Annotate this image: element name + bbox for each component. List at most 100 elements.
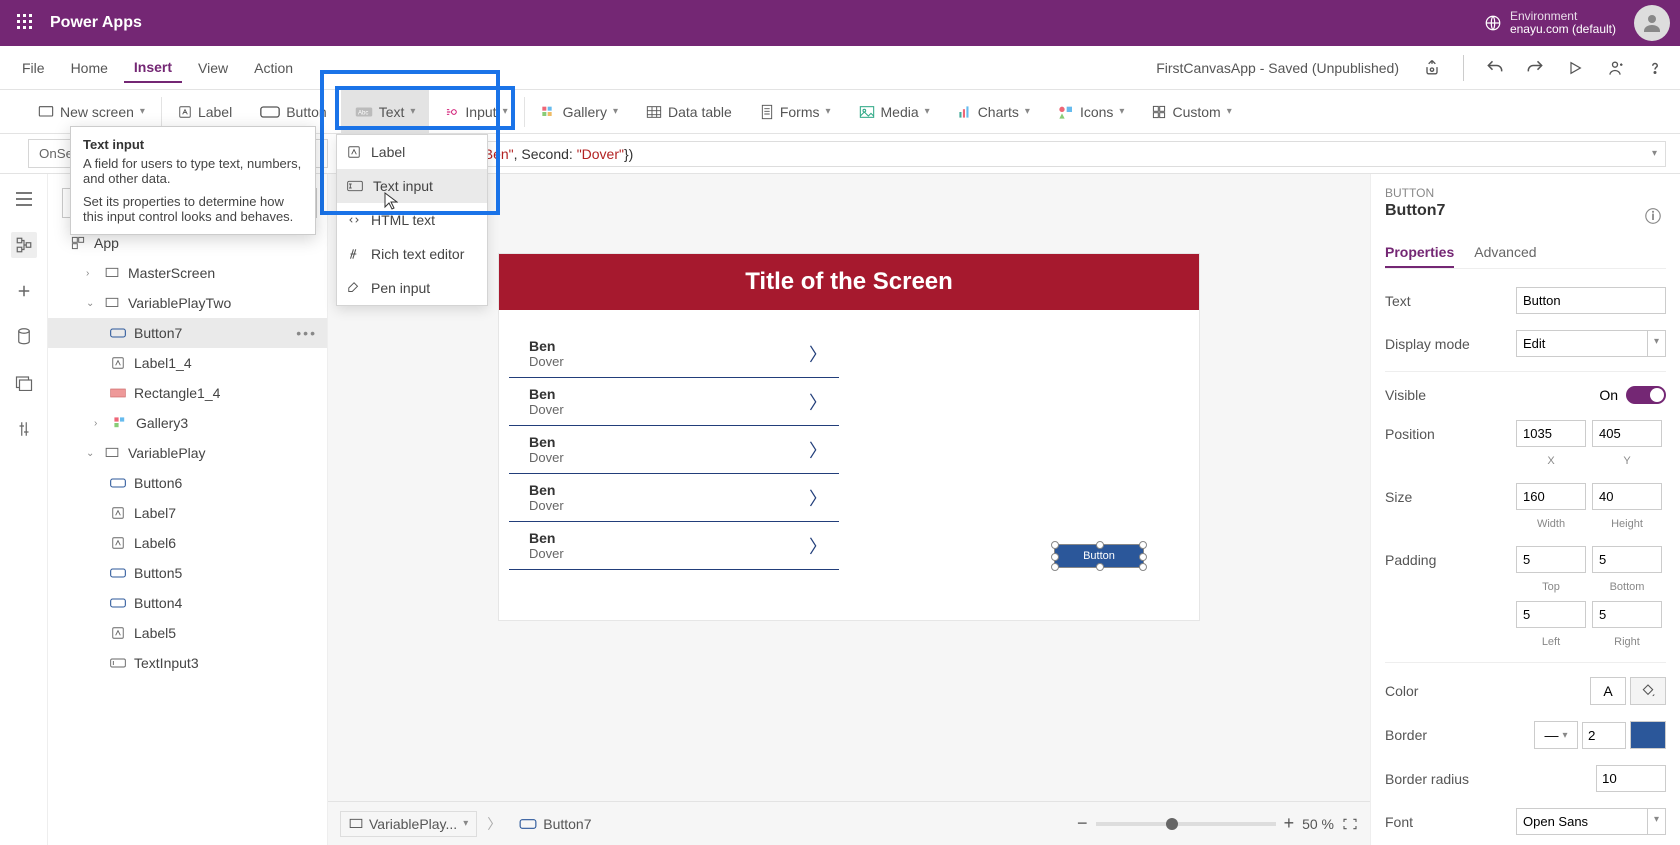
menu-view[interactable]: View — [188, 54, 238, 82]
advanced-rail-icon[interactable] — [11, 416, 37, 442]
tree-item[interactable]: ⌄VariablePlay — [48, 438, 327, 468]
zoom-out-icon[interactable]: − — [1077, 813, 1088, 834]
prop-visible-toggle[interactable] — [1626, 386, 1666, 404]
gallery-item[interactable]: BenDover〉 — [509, 378, 839, 426]
prop-border-width[interactable] — [1582, 722, 1626, 749]
ribbon-media[interactable]: Media▾ — [845, 90, 944, 134]
ribbon-gallery[interactable]: Gallery▾ — [527, 90, 632, 134]
dd-pen-input[interactable]: Pen input — [337, 271, 487, 305]
prop-pad-left[interactable] — [1516, 601, 1586, 628]
prop-pos-x[interactable] — [1516, 420, 1586, 447]
app-checker-icon[interactable] — [1419, 55, 1445, 81]
ribbon-custom[interactable]: Custom▾ — [1138, 90, 1245, 134]
env-value: enayu.com (default) — [1510, 23, 1616, 36]
breadcrumb-screen[interactable]: VariablePlay...▾ — [340, 811, 477, 837]
ribbon-datatable[interactable]: Data table — [632, 90, 746, 134]
prop-border-style[interactable]: — ▾ — [1534, 721, 1578, 749]
ribbon-icons[interactable]: Icons▾ — [1044, 90, 1139, 134]
prop-size-w[interactable] — [1516, 483, 1586, 510]
zoom-value: 50 % — [1302, 816, 1334, 832]
prop-font-color[interactable]: A — [1590, 677, 1626, 705]
ribbon-text[interactable]: Abc Text▾ — [341, 90, 430, 134]
menu-bar: File Home Insert View Action FirstCanvas… — [0, 46, 1680, 90]
avatar[interactable] — [1634, 5, 1670, 41]
tree-item[interactable]: ›MasterScreen — [48, 258, 327, 288]
tree-view: Search App ›MasterScreen⌄VariablePlayTwo… — [48, 174, 328, 845]
tree-item[interactable]: TextInput3 — [48, 648, 327, 678]
ribbon-forms[interactable]: Forms▾ — [746, 90, 845, 134]
text-dropdown: Label Text input HTML text Rich text edi… — [336, 134, 488, 306]
help-icon[interactable] — [1642, 55, 1668, 81]
screen-title-label: Title of the Screen — [499, 254, 1199, 310]
prop-font[interactable] — [1516, 808, 1648, 835]
prop-pos-y[interactable] — [1592, 420, 1662, 447]
redo-icon[interactable] — [1522, 55, 1548, 81]
tree-item[interactable]: Button4 — [48, 588, 327, 618]
tree-item[interactable]: ⌄VariablePlayTwo — [48, 288, 327, 318]
gallery-item[interactable]: BenDover〉 — [509, 426, 839, 474]
play-icon[interactable] — [1562, 55, 1588, 81]
properties-panel: BUTTON Button7 ⓘ Properties Advanced Tex… — [1370, 174, 1680, 845]
tab-properties[interactable]: Properties — [1385, 238, 1454, 268]
cursor-icon — [384, 192, 398, 210]
tree-item[interactable]: Label6 — [48, 528, 327, 558]
prop-pad-right[interactable] — [1592, 601, 1662, 628]
prop-category: BUTTON — [1385, 186, 1666, 200]
menu-insert[interactable]: Insert — [124, 53, 182, 83]
dd-html-text[interactable]: HTML text — [337, 203, 487, 237]
menu-file[interactable]: File — [12, 54, 55, 82]
dd-text-input[interactable]: Text input — [337, 169, 487, 203]
tree-item[interactable]: Label1_4 — [48, 348, 327, 378]
dd-label[interactable]: Label — [337, 135, 487, 169]
gallery-item[interactable]: BenDover〉 — [509, 474, 839, 522]
menu-home[interactable]: Home — [61, 54, 118, 82]
svg-text:Abc: Abc — [358, 110, 368, 116]
hamburger-icon[interactable] — [11, 186, 37, 212]
help-icon[interactable]: ⓘ — [1640, 202, 1666, 228]
formula-input[interactable]: rCollection, {First: "Ben", Second: "Dov… — [356, 141, 1666, 167]
prop-pad-top[interactable] — [1516, 546, 1586, 573]
breadcrumb-control[interactable]: Button7 — [511, 812, 599, 836]
tree-item[interactable]: Rectangle1_4 — [48, 378, 327, 408]
environment-picker[interactable]: Environment enayu.com (default) — [1484, 10, 1616, 36]
tree-item[interactable]: Label7 — [48, 498, 327, 528]
gallery-item[interactable]: BenDover〉 — [509, 330, 839, 378]
fit-icon[interactable] — [1342, 817, 1358, 831]
tree-item[interactable]: Button6 — [48, 468, 327, 498]
waffle-icon[interactable] — [10, 7, 42, 39]
zoom-in-icon[interactable]: + — [1284, 813, 1295, 834]
tab-advanced[interactable]: Advanced — [1474, 238, 1536, 268]
app-header: Power Apps Environment enayu.com (defaul… — [0, 0, 1680, 46]
tree-item[interactable]: Label5 — [48, 618, 327, 648]
formula-expand-icon[interactable]: ▾ — [1652, 148, 1657, 159]
prop-border-color[interactable] — [1630, 721, 1666, 749]
tree-item[interactable]: ›Gallery3 — [48, 408, 327, 438]
tree-view-icon[interactable] — [11, 232, 37, 258]
tree-item[interactable]: Button5 — [48, 558, 327, 588]
undo-icon[interactable] — [1482, 55, 1508, 81]
prop-size-h[interactable] — [1592, 483, 1662, 510]
env-label: Environment — [1510, 10, 1616, 23]
prop-pad-bottom[interactable] — [1592, 546, 1662, 573]
ribbon-charts[interactable]: Charts▾ — [944, 90, 1044, 134]
selected-button-control[interactable]: Button — [1054, 544, 1144, 568]
insert-rail-icon[interactable] — [11, 278, 37, 304]
dd-rich-text[interactable]: Rich text editor — [337, 237, 487, 271]
prop-displaymode[interactable] — [1516, 330, 1648, 357]
tooltip: Text input A field for users to type tex… — [70, 126, 316, 235]
gallery-item[interactable]: BenDover〉 — [509, 522, 839, 570]
app-title: Power Apps — [50, 14, 142, 32]
media-rail-icon[interactable] — [11, 370, 37, 396]
prop-radius[interactable] — [1596, 765, 1666, 792]
prop-text-input[interactable] — [1516, 287, 1666, 314]
prop-fill-color[interactable] — [1630, 677, 1666, 705]
side-rail — [0, 174, 48, 845]
data-rail-icon[interactable] — [11, 324, 37, 350]
zoom-slider[interactable] — [1096, 822, 1276, 826]
design-screen[interactable]: Title of the Screen BenDover〉BenDover〉Be… — [499, 254, 1199, 620]
ribbon-input[interactable]: Input▾ — [429, 90, 521, 134]
menu-action[interactable]: Action — [244, 54, 303, 82]
canvas-footer: VariablePlay...▾ 〉 Button7 − + 50 % — [328, 801, 1370, 845]
share-icon[interactable] — [1602, 55, 1628, 81]
tree-item[interactable]: Button7••• — [48, 318, 327, 348]
